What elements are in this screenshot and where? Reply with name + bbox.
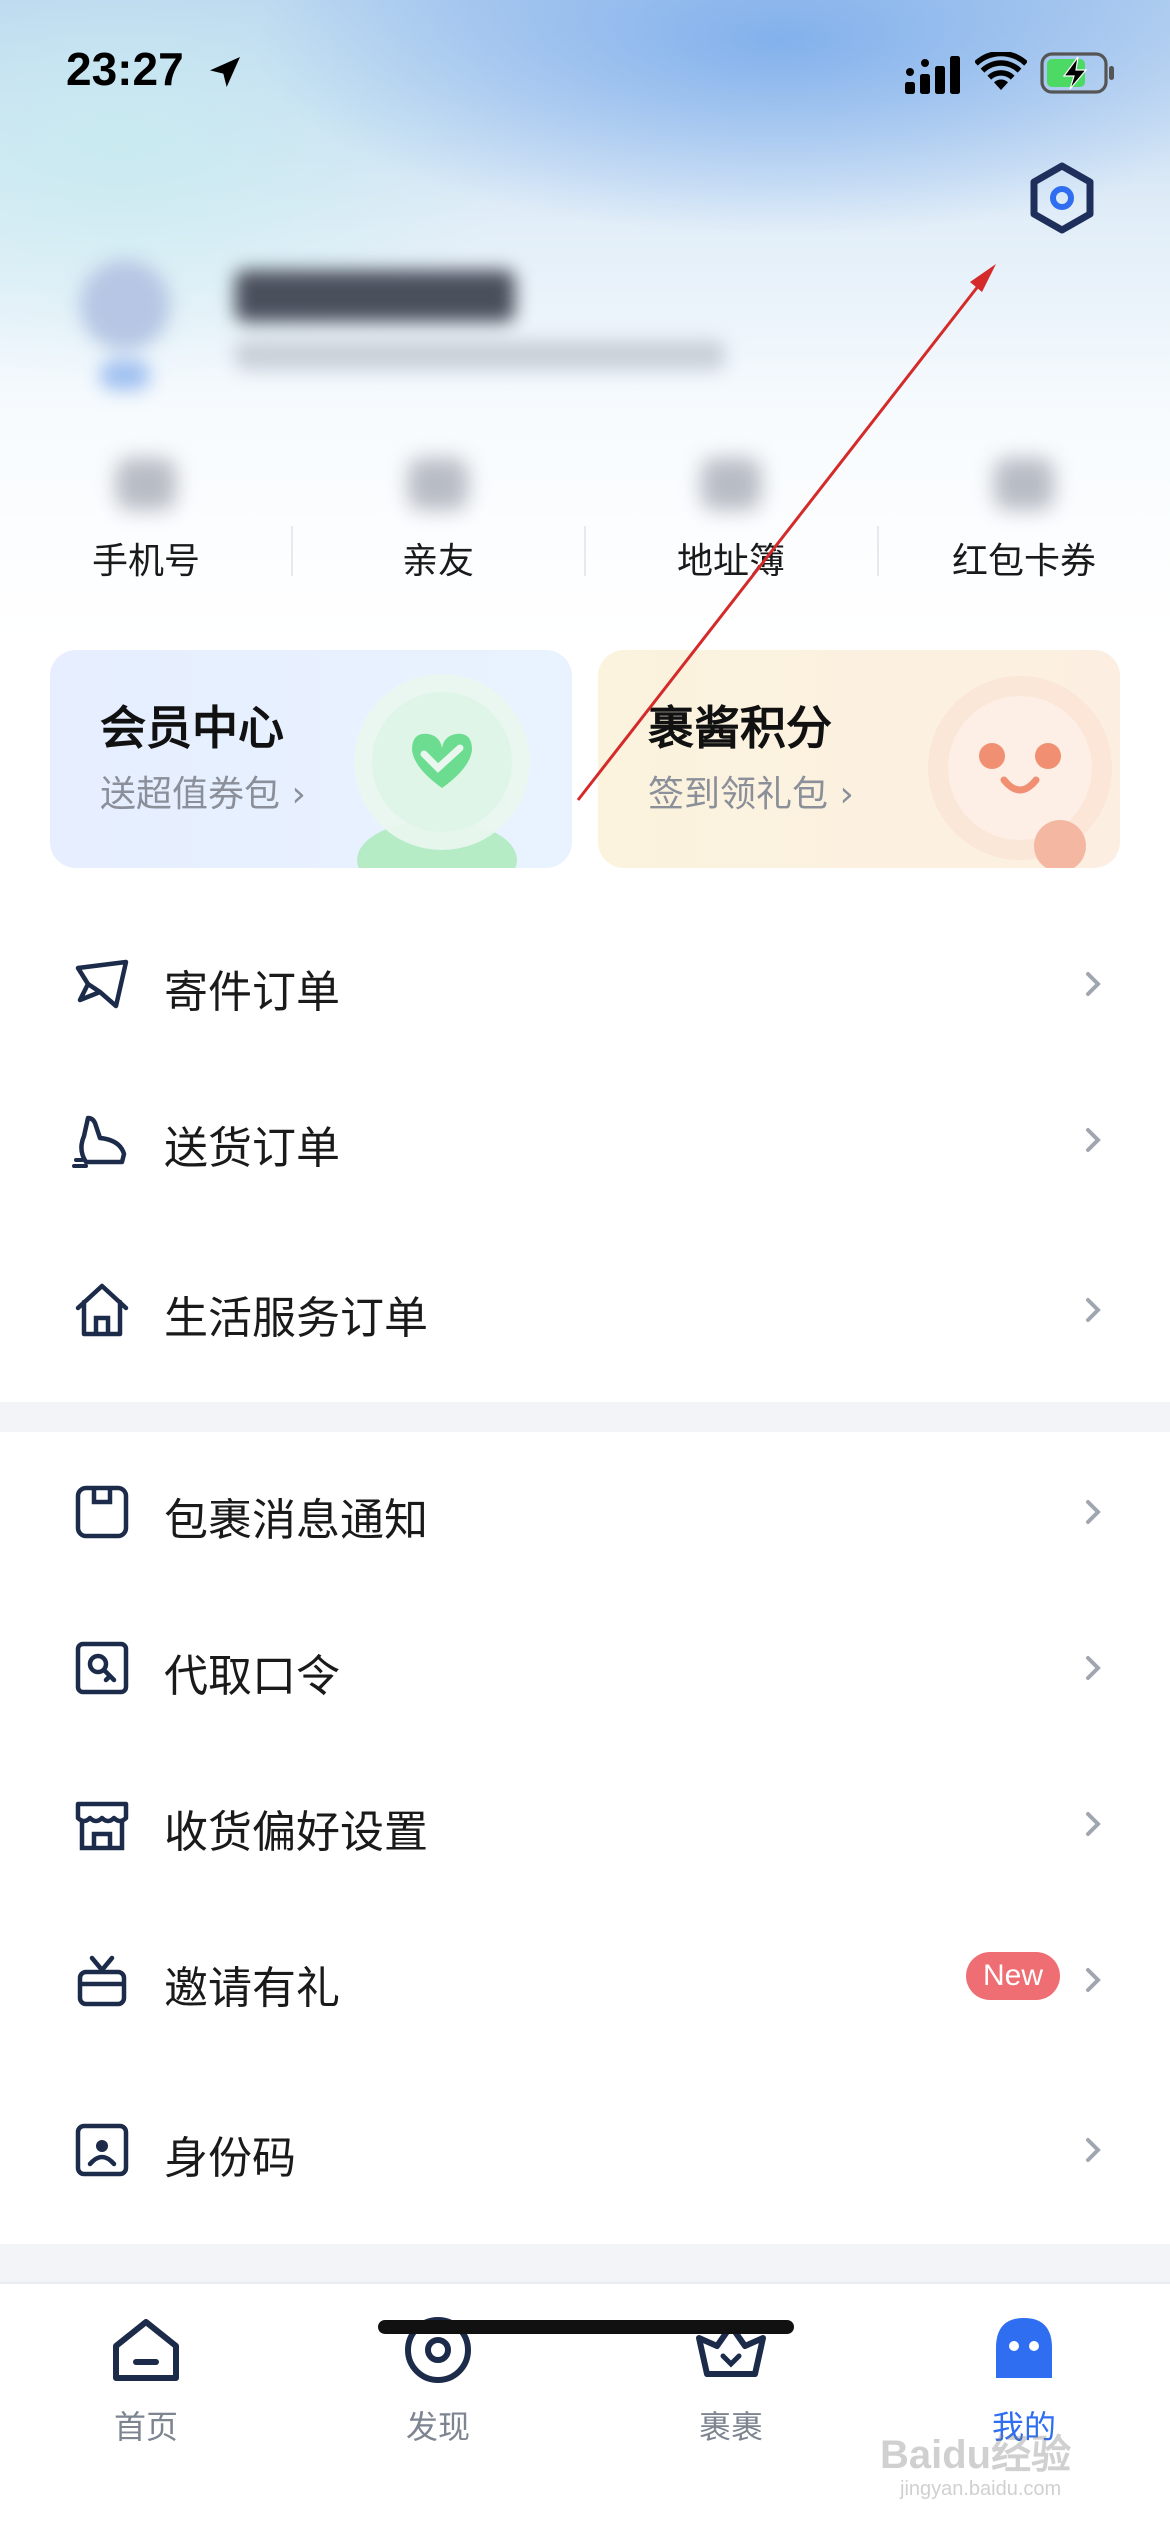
tab-label: 首页	[113, 2408, 178, 2446]
section-divider	[0, 2244, 1170, 2282]
menu-label: 收货偏好设置	[164, 1807, 428, 1858]
quick-count-redacted	[408, 458, 468, 510]
chevron-right-icon	[1086, 1968, 1101, 1992]
menu-delivery-orders[interactable]: 送货订单	[0, 1062, 1170, 1212]
home-icon	[75, 1283, 129, 1337]
send-plane-icon	[75, 959, 129, 1009]
tab-label: 裹裹	[698, 2408, 763, 2446]
delivery-boot-icon	[72, 1115, 127, 1168]
quick-link-family[interactable]: 亲友	[292, 440, 584, 590]
quick-count-redacted	[116, 458, 176, 510]
chevron-right-icon	[1086, 1128, 1101, 1152]
quick-link-coupons[interactable]: 红包卡券	[878, 440, 1170, 590]
status-bar: 23:27	[0, 0, 1170, 150]
quick-link-label: 手机号	[91, 541, 200, 582]
user-info-redacted	[235, 340, 725, 370]
id-code-icon	[75, 2123, 129, 2177]
menu-invite-rewards[interactable]: 邀请有礼 New	[0, 1902, 1170, 2052]
menu-receiving-preferences[interactable]: 收货偏好设置	[0, 1746, 1170, 1896]
menu-package-notifications[interactable]: 包裹消息通知	[0, 1434, 1170, 1584]
menu-label: 寄件订单	[164, 967, 340, 1018]
points-title: 裹酱积分	[648, 701, 832, 755]
quick-link-label: 红包卡券	[951, 541, 1096, 582]
quick-links-row: 手机号 亲友 地址簿 红包卡券	[0, 440, 1170, 590]
menu-label: 生活服务订单	[164, 1293, 428, 1344]
member-heart-illustration	[354, 674, 530, 868]
chevron-right-icon	[1086, 972, 1101, 996]
gift-icon	[77, 1955, 127, 2007]
battery-charging-icon	[1040, 52, 1114, 94]
chevron-right-icon	[1086, 1298, 1101, 1322]
chevron-right-icon	[1086, 2138, 1101, 2162]
menu-life-service-orders[interactable]: 生活服务订单	[0, 1232, 1170, 1382]
watermark-url: jingyan.baidu.com	[900, 2478, 1062, 2500]
chevron-right-icon	[1086, 1812, 1101, 1836]
user-name-redacted	[235, 270, 515, 322]
menu-pickup-code[interactable]: 代取口令	[0, 1590, 1170, 1740]
points-subtitle: 签到领礼包 ›	[648, 774, 854, 815]
quick-link-label: 亲友	[401, 541, 474, 582]
package-notice-icon	[75, 1485, 129, 1539]
member-level-badge	[100, 360, 150, 390]
tab-label: 发现	[405, 2408, 470, 2446]
menu-label: 邀请有礼	[164, 1963, 340, 2014]
avatar[interactable]	[80, 260, 170, 350]
quick-link-label: 地址簿	[676, 541, 785, 582]
menu-identity-code[interactable]: 身份码	[0, 2072, 1170, 2222]
wifi-icon	[975, 52, 1027, 90]
home-indicator[interactable]	[378, 2320, 794, 2334]
points-card[interactable]: 裹酱积分 签到领礼包 ›	[598, 650, 1120, 868]
profile-header[interactable]	[70, 240, 770, 410]
settings-icon[interactable]	[1024, 160, 1100, 236]
store-icon	[75, 1801, 129, 1851]
points-mascot-illustration	[928, 676, 1112, 868]
member-center-subtitle: 送超值券包 ›	[100, 774, 306, 815]
menu-label: 代取口令	[164, 1651, 340, 1702]
home-tab-icon	[113, 2319, 179, 2381]
watermark-logo: Baidu经验	[880, 2433, 1072, 2477]
new-badge: New	[966, 1952, 1060, 2000]
me-tab-icon	[996, 2318, 1052, 2378]
menu-send-orders[interactable]: 寄件订单	[0, 906, 1170, 1056]
member-center-card[interactable]: 会员中心 送超值券包 ›	[50, 650, 572, 868]
pickup-key-icon	[75, 1641, 129, 1695]
status-time: 23:27	[66, 43, 184, 95]
menu-label: 包裹消息通知	[164, 1495, 428, 1546]
member-center-title: 会员中心	[100, 701, 284, 755]
quick-count-redacted	[701, 458, 761, 510]
quick-link-address-book[interactable]: 地址簿	[585, 440, 877, 590]
section-divider	[0, 1402, 1170, 1432]
cellular-signal-icon	[905, 56, 960, 94]
chevron-right-icon	[1086, 1656, 1101, 1680]
tab-home[interactable]: 首页	[0, 2312, 292, 2452]
chevron-right-icon	[1086, 1500, 1101, 1524]
quick-link-phone[interactable]: 手机号	[0, 440, 292, 590]
menu-label: 送货订单	[164, 1123, 340, 1174]
quick-count-redacted	[994, 458, 1054, 510]
location-arrow-icon	[210, 57, 240, 87]
menu-label: 身份码	[164, 2133, 296, 2184]
